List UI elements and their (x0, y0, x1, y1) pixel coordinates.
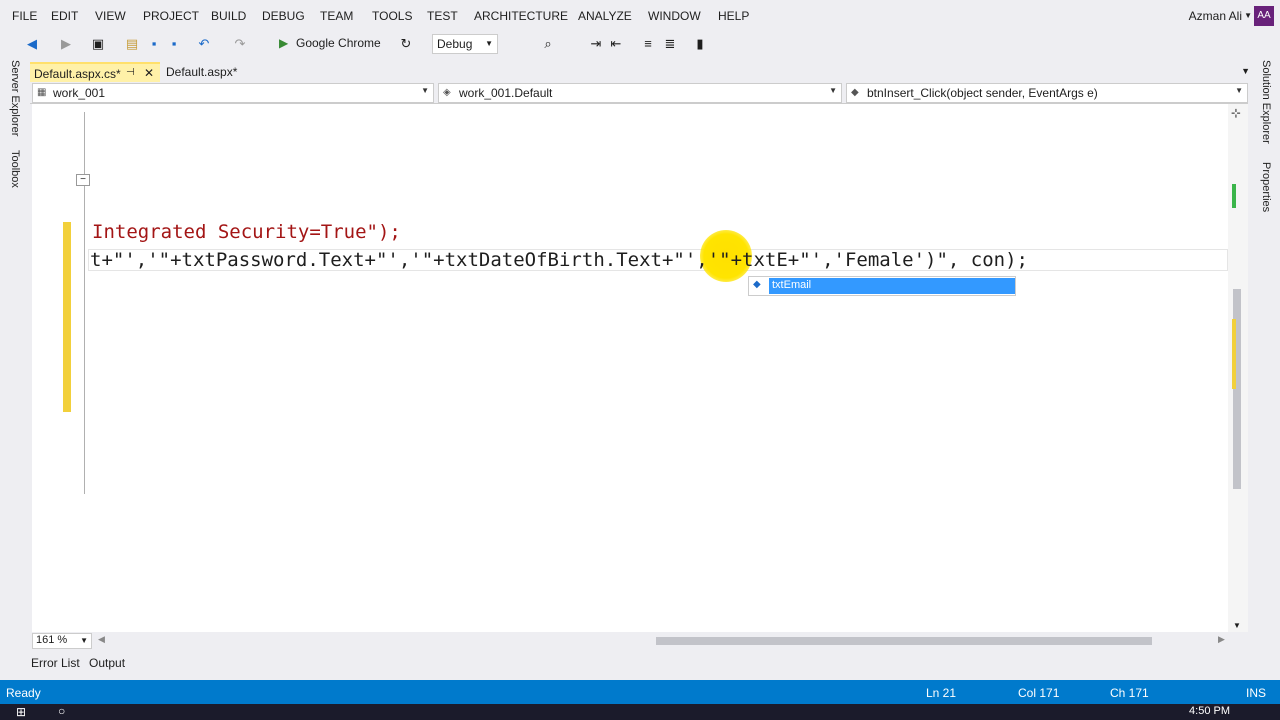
chevron-down-icon: ▼ (80, 636, 88, 645)
column-number: Col 171 (1018, 686, 1060, 700)
bottom-tool-tabs: Error List Output (30, 656, 1254, 676)
chevron-down-icon[interactable]: ▼ (1244, 11, 1252, 20)
clock[interactable]: 4:50 PM (1189, 705, 1230, 717)
outline-margin (84, 112, 85, 494)
menu-analyze[interactable]: ANALYZE (578, 9, 632, 23)
status-bar: Ready Ln 21 Col 171 Ch 171 INS (0, 680, 1280, 704)
new-project-icon[interactable]: ▣ (90, 35, 106, 53)
menu-help[interactable]: HELP (718, 9, 749, 23)
class-dropdown[interactable]: ◈ work_001.Default ▼ (438, 83, 842, 103)
run-button[interactable]: Google Chrome (296, 36, 381, 50)
menu-team[interactable]: TEAM (320, 9, 353, 23)
class-value: work_001.Default (459, 86, 553, 100)
scroll-down-icon[interactable]: ▼ (1233, 621, 1241, 630)
redo-icon[interactable]: ↷ (232, 35, 248, 53)
server-explorer-tab[interactable]: Server Explorer (9, 60, 21, 136)
code-editor[interactable]: − Integrated Security=True"); t+"','"+tx… (32, 104, 1248, 632)
menu-tools[interactable]: TOOLS (372, 9, 412, 23)
configuration-value: Debug (437, 37, 473, 51)
properties-tab[interactable]: Properties (1260, 162, 1272, 212)
menu-window[interactable]: WINDOW (648, 9, 701, 23)
outdent-icon[interactable]: ⇤ (608, 35, 624, 53)
solution-explorer-tab[interactable]: Solution Explorer (1260, 60, 1272, 144)
windows-taskbar: ⊞ ○ 4:50 PM (0, 704, 1280, 720)
horizontal-scroll-thumb[interactable] (656, 637, 1152, 645)
menu-test[interactable]: TEST (427, 9, 458, 23)
left-side-tabs: Server Explorer Toolbox (0, 58, 30, 680)
code-line[interactable]: Integrated Security=True"); (92, 221, 401, 243)
scroll-right-icon[interactable]: ▶ (1218, 634, 1225, 645)
find-icon[interactable]: ⌕ (540, 35, 556, 53)
saved-change-marker (1232, 184, 1236, 208)
uncomment-icon[interactable]: ≣ (662, 35, 678, 53)
char-number: Ch 171 (1110, 686, 1149, 700)
back-icon[interactable]: ◀ (24, 35, 40, 53)
menu-file[interactable]: FILE (12, 9, 37, 23)
indent-icon[interactable]: ⇥ (588, 35, 604, 53)
menu-debug[interactable]: DEBUG (262, 9, 305, 23)
windows-start-icon[interactable]: ⊞ (16, 705, 26, 719)
zoom-value: 161 % (36, 634, 68, 646)
intellisense-popup[interactable]: ◆ txtEmail (748, 276, 1016, 296)
completion-item[interactable]: txtEmail (769, 278, 1015, 294)
comment-icon[interactable]: ≡ (640, 35, 656, 53)
collapse-icon[interactable]: − (76, 174, 90, 186)
menu-edit[interactable]: EDIT (51, 9, 78, 23)
method-icon: ◆ (851, 87, 859, 98)
zoom-select[interactable]: 161 % ▼ (32, 633, 92, 649)
document-tabs: Default.aspx.cs* ⊣ ✕ Default.aspx* ▼ (30, 62, 1254, 82)
user-name[interactable]: Azman Ali (1189, 9, 1242, 23)
member-value: btnInsert_Click(object sender, EventArgs… (867, 86, 1098, 100)
split-icon[interactable]: ⊹ (1231, 106, 1241, 120)
status-text: Ready (6, 686, 41, 700)
change-tracking-bar (63, 222, 71, 412)
chevron-down-icon: ▼ (1235, 86, 1243, 95)
forward-icon[interactable]: ▶ (58, 35, 74, 53)
tab-label: Default.aspx* (166, 65, 238, 79)
tab-label: Default.aspx.cs* (34, 67, 121, 81)
tab-default-aspx-cs[interactable]: Default.aspx.cs* ⊣ ✕ (30, 62, 160, 82)
avatar[interactable]: AA (1254, 6, 1274, 26)
bookmark-icon[interactable]: ▮ (692, 35, 708, 53)
output-tab[interactable]: Output (89, 656, 125, 670)
refresh-icon[interactable]: ↻ (398, 35, 414, 53)
code-line[interactable]: t+"','"+txtPassword.Text+"','"+txtDateOf… (90, 249, 1028, 271)
field-icon: ◆ (753, 279, 761, 290)
member-dropdown[interactable]: ◆ btnInsert_Click(object sender, EventAr… (846, 83, 1248, 103)
chevron-down-icon: ▼ (829, 86, 837, 95)
menu-view[interactable]: VIEW (95, 9, 126, 23)
undo-icon[interactable]: ↶ (196, 35, 212, 53)
tab-list-chevron-icon[interactable]: ▼ (1241, 66, 1250, 76)
menu-architecture[interactable]: ARCHITECTURE (474, 9, 568, 23)
insert-mode: INS (1246, 686, 1267, 700)
save-all-icon[interactable]: ▪ (166, 35, 182, 53)
navigation-bar: ▦ work_001 ▼ ◈ work_001.Default ▼ ◆ btnI… (30, 82, 1248, 104)
pin-icon[interactable]: ⊣ (126, 67, 135, 78)
chevron-down-icon: ▼ (485, 39, 493, 48)
open-folder-icon[interactable]: ▤ (124, 35, 140, 53)
right-side-tabs: Solution Explorer Properties (1254, 58, 1280, 680)
tab-default-aspx[interactable]: Default.aspx* (162, 62, 242, 82)
search-icon[interactable]: ○ (58, 704, 65, 718)
configuration-select[interactable]: Debug ▼ (432, 34, 498, 54)
error-list-tab[interactable]: Error List (31, 656, 80, 670)
toolbar: ◀ ▶ ▣ ▤ ▪ ▪ ↶ ↷ ▶ Google Chrome ↻ Debug ▼… (0, 32, 1280, 58)
menu-build[interactable]: BUILD (211, 9, 246, 23)
scroll-left-icon[interactable]: ◀ (98, 634, 105, 645)
close-icon[interactable]: ✕ (144, 66, 154, 80)
project-icon: ▦ (37, 87, 47, 98)
play-icon[interactable]: ▶ (279, 36, 288, 50)
chevron-down-icon: ▼ (421, 86, 429, 95)
project-value: work_001 (53, 86, 106, 100)
toolbox-tab[interactable]: Toolbox (9, 150, 21, 188)
vertical-scrollbar[interactable]: ⊹ ▼ (1228, 104, 1248, 632)
unsaved-change-marker (1232, 319, 1236, 389)
editor-footer: 161 % ▼ ◀ ▶ (32, 632, 1248, 650)
menu-project[interactable]: PROJECT (143, 9, 199, 23)
save-icon[interactable]: ▪ (146, 35, 162, 53)
project-dropdown[interactable]: ▦ work_001 ▼ (32, 83, 434, 103)
menu-bar: FILE EDIT VIEW PROJECT BUILD DEBUG TEAM … (0, 0, 1280, 32)
line-number: Ln 21 (926, 686, 957, 700)
class-icon: ◈ (443, 87, 451, 98)
